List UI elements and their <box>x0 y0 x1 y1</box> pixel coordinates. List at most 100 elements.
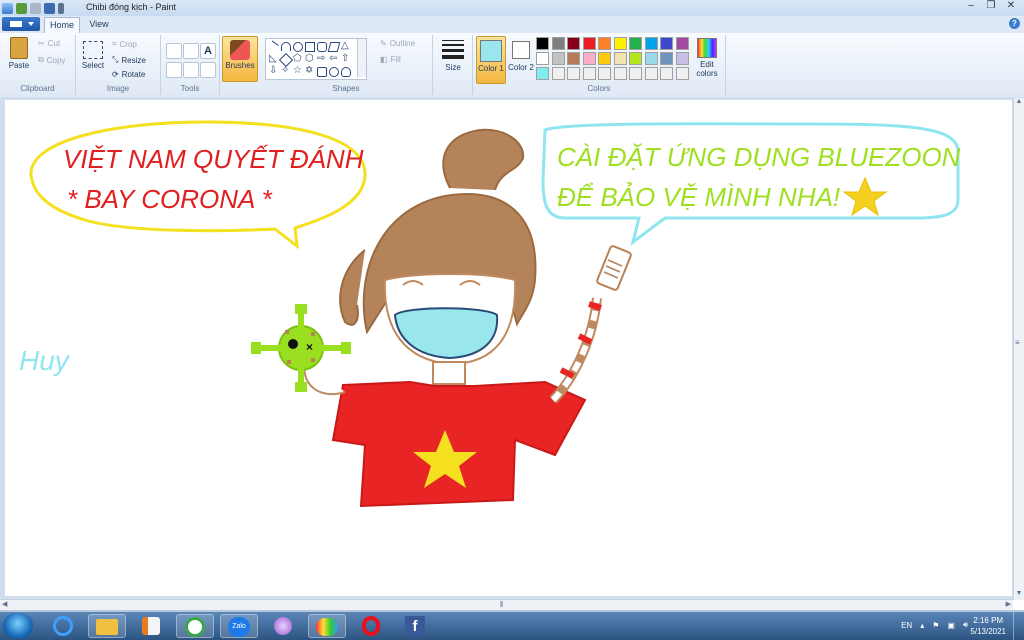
triangle-shape-icon[interactable]: △ <box>341 41 349 51</box>
palette-swatch[interactable] <box>551 67 565 80</box>
facebook-icon[interactable]: f <box>396 614 434 638</box>
close-button[interactable]: ✕ <box>1002 0 1020 13</box>
rectangle-shape-icon[interactable] <box>305 42 315 52</box>
clock[interactable]: 2:16 PM 5/13/2021 <box>970 615 1006 637</box>
cut-button[interactable]: ✂ Cut <box>38 39 60 48</box>
palette-swatch[interactable] <box>660 67 673 80</box>
crop-button[interactable]: ⌗ Crop <box>112 39 137 49</box>
palette-swatch[interactable] <box>613 37 627 50</box>
help-icon[interactable]: ? <box>1009 18 1020 29</box>
down-arrow-shape-icon[interactable]: ⇩ <box>269 66 277 76</box>
start-button[interactable] <box>3 613 33 639</box>
flower-app-icon[interactable] <box>264 614 302 638</box>
scroll-down-arrow-icon[interactable]: ▼ <box>1014 590 1024 600</box>
browser-icon[interactable] <box>176 614 214 638</box>
callout-cloud-shape-icon[interactable] <box>341 67 351 77</box>
callout-oval-shape-icon[interactable] <box>329 67 339 77</box>
opera-icon[interactable] <box>352 614 390 638</box>
palette-swatch[interactable] <box>582 67 596 80</box>
show-desktop-button[interactable] <box>1013 612 1024 640</box>
color-picker-icon[interactable] <box>183 62 199 78</box>
text-tool-icon[interactable]: A <box>200 43 216 59</box>
brushes-button[interactable]: Brushes <box>222 36 258 82</box>
eraser-icon[interactable] <box>166 62 182 78</box>
rounded-rectangle-shape-icon[interactable] <box>317 42 327 52</box>
palette-swatch[interactable] <box>598 37 611 50</box>
minimize-button[interactable]: – <box>962 0 980 13</box>
h-scroll-thumb[interactable]: ⦀ <box>500 600 504 610</box>
show-hidden-icons-icon[interactable]: ▴ <box>920 621 924 630</box>
palette-swatch[interactable] <box>660 37 673 50</box>
network-icon[interactable]: ▣ <box>947 621 955 630</box>
palette-swatch[interactable] <box>567 67 580 80</box>
volume-icon[interactable]: 🔊︎ <box>963 620 968 630</box>
palette-swatch[interactable] <box>644 37 658 50</box>
palette-swatch[interactable] <box>629 67 642 80</box>
palette-swatch[interactable] <box>660 52 673 65</box>
palette-swatch[interactable] <box>629 52 642 65</box>
palette-swatch[interactable] <box>567 52 580 65</box>
copy-button[interactable]: ⧉ Copy <box>38 55 65 65</box>
drawing-canvas[interactable]: VIỆT NAM QUYẾT ĐÁNH * BAY CORONA * CÀI Đ… <box>5 100 1012 596</box>
palette-swatch[interactable] <box>675 37 689 50</box>
edit-colors-button[interactable]: Edit colors <box>694 36 720 82</box>
qat-dropdown-icon[interactable] <box>58 2 64 14</box>
pentagon-shape-icon[interactable]: ⬠ <box>293 54 302 64</box>
action-center-flag-icon[interactable]: ⚑ <box>932 621 939 630</box>
hexagon-shape-icon[interactable]: ⬡ <box>305 54 314 64</box>
palette-swatch[interactable] <box>629 37 642 50</box>
paint-menu-button[interactable] <box>2 17 40 31</box>
resize-button[interactable]: ⤡ Resize <box>112 55 146 65</box>
vertical-scrollbar[interactable]: ▲ ≡ ▼ <box>1013 98 1024 600</box>
palette-swatch[interactable] <box>536 37 549 50</box>
color2-button[interactable]: Color 2 <box>508 36 534 82</box>
save-icon[interactable] <box>44 2 55 14</box>
palette-swatch[interactable] <box>567 37 580 50</box>
media-player-icon[interactable] <box>132 614 170 638</box>
scroll-left-arrow-icon[interactable]: ◀ <box>2 600 7 608</box>
oval-shape-icon[interactable] <box>293 42 303 52</box>
four-point-star-shape-icon[interactable]: ✧ <box>281 66 289 76</box>
palette-swatch[interactable] <box>551 37 565 50</box>
magnifier-icon[interactable] <box>200 62 216 78</box>
left-arrow-shape-icon[interactable]: ⇦ <box>329 54 337 64</box>
palette-swatch[interactable] <box>613 67 627 80</box>
palette-swatch[interactable] <box>675 52 689 65</box>
palette-swatch[interactable] <box>582 52 596 65</box>
tab-home[interactable]: Home <box>44 17 80 34</box>
undo-icon[interactable] <box>16 2 27 14</box>
fill-bucket-icon[interactable] <box>183 43 199 59</box>
zalo-icon[interactable]: Zalo <box>220 614 258 638</box>
five-point-star-shape-icon[interactable]: ☆ <box>293 66 302 76</box>
file-explorer-icon[interactable] <box>88 614 126 638</box>
palette-swatch[interactable] <box>675 67 689 80</box>
color1-button[interactable]: Color 1 <box>476 36 506 84</box>
palette-swatch[interactable] <box>536 52 549 65</box>
palette-swatch[interactable] <box>613 52 627 65</box>
palette-swatch[interactable] <box>598 67 611 80</box>
select-button[interactable]: Select <box>80 41 106 70</box>
palette-swatch[interactable] <box>536 67 549 80</box>
language-indicator[interactable]: EN <box>901 621 912 630</box>
scroll-right-arrow-icon[interactable]: ▶ <box>1006 600 1011 608</box>
curve-shape-icon[interactable] <box>281 42 291 51</box>
scroll-thumb[interactable]: ≡ <box>1015 338 1022 350</box>
rotate-button[interactable]: ⟳ Rotate <box>112 70 145 79</box>
paint-app-icon[interactable] <box>2 2 13 14</box>
redo-icon[interactable] <box>30 2 41 14</box>
scroll-up-arrow-icon[interactable]: ▲ <box>1014 98 1024 108</box>
polygon-shape-icon[interactable] <box>327 42 341 52</box>
palette-swatch[interactable] <box>551 52 565 65</box>
tab-view[interactable]: View <box>84 17 114 32</box>
fill-button[interactable]: ◧ Fill <box>380 55 401 64</box>
right-arrow-shape-icon[interactable]: ⇨ <box>317 54 325 64</box>
callout-rect-shape-icon[interactable] <box>317 67 327 77</box>
ie-icon[interactable] <box>44 614 82 638</box>
paint-icon[interactable] <box>308 614 346 638</box>
six-point-star-shape-icon[interactable]: ✡ <box>305 66 313 76</box>
palette-swatch[interactable] <box>598 52 611 65</box>
right-triangle-shape-icon[interactable]: ◺ <box>269 54 277 64</box>
size-button[interactable]: Size <box>438 37 468 81</box>
up-arrow-shape-icon[interactable]: ⇧ <box>341 54 349 64</box>
pencil-icon[interactable] <box>166 43 182 59</box>
